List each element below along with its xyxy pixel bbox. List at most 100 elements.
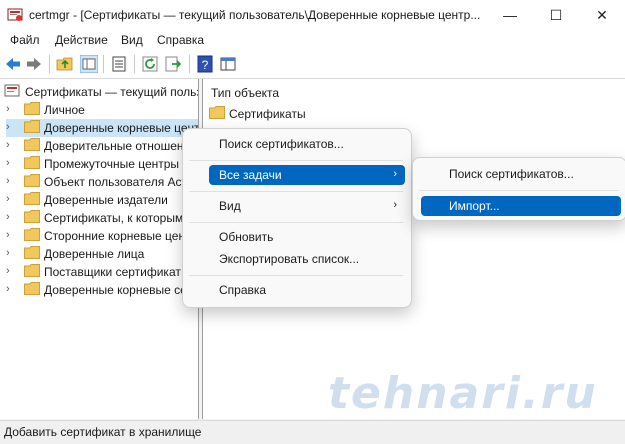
tree-item-selected[interactable]: › Доверенные корневые цент xyxy=(6,119,199,137)
menu-item-label: Вид xyxy=(219,199,241,213)
menu-item-export-list[interactable]: Экспортировать список... xyxy=(209,249,405,269)
folder-icon xyxy=(24,210,40,223)
folder-icon xyxy=(24,102,40,115)
chevron-right-icon[interactable]: › xyxy=(6,175,16,187)
toolbar: ? xyxy=(0,50,625,79)
context-menu: Поиск сертификатов... Все задачи › Вид ›… xyxy=(182,128,412,308)
menu-action[interactable]: Действие xyxy=(55,33,108,47)
toolbar-separator xyxy=(134,55,135,73)
maximize-button[interactable]: ☐ xyxy=(533,0,579,30)
menu-item-label: Обновить xyxy=(219,230,274,244)
list-item-label: Сертификаты xyxy=(229,107,306,121)
folder-icon xyxy=(209,106,225,119)
chevron-right-icon[interactable]: › xyxy=(6,103,16,115)
chevron-right-icon[interactable]: › xyxy=(6,193,16,205)
menu-item-label: Поиск сертификатов... xyxy=(449,167,574,181)
folder-icon xyxy=(24,282,40,295)
folder-icon xyxy=(24,120,40,133)
tree-item-label: Личное xyxy=(44,103,85,117)
tree-root-label: Сертификаты — текущий польз xyxy=(25,85,199,99)
certmgr-app-icon xyxy=(7,8,23,21)
menu-item-label: Импорт... xyxy=(449,199,500,213)
properties-icon[interactable] xyxy=(110,55,128,73)
title-bar: certmgr - [Сертификаты — текущий пользов… xyxy=(0,0,625,30)
menu-item-label: Экспортировать список... xyxy=(219,252,360,266)
tree-item-label: Доверительные отношен xyxy=(44,139,184,153)
chevron-right-icon[interactable]: › xyxy=(6,121,16,133)
back-icon[interactable] xyxy=(4,55,22,73)
menu-file[interactable]: Файл xyxy=(10,33,40,47)
chevron-right-icon: › xyxy=(393,168,397,180)
status-text: Добавить сертификат в хранилище xyxy=(4,425,202,439)
chevron-right-icon[interactable]: › xyxy=(6,157,16,169)
tree-item-label: Сертификаты, к которым xyxy=(44,211,184,225)
menu-item-all-tasks[interactable]: Все задачи › xyxy=(209,165,405,185)
column-header-object-type[interactable]: Тип объекта xyxy=(211,86,279,100)
tree-item[interactable]: › Сертификаты, к которым xyxy=(6,209,198,227)
watermark: tehnari.ru xyxy=(328,368,598,419)
tree-item[interactable]: › Промежуточные центры xyxy=(6,155,198,173)
chevron-right-icon[interactable]: › xyxy=(6,283,16,295)
tree-item-label: Доверенные издатели xyxy=(44,193,168,207)
chevron-right-icon[interactable]: › xyxy=(6,247,16,259)
export-icon[interactable] xyxy=(164,55,182,73)
chevron-right-icon[interactable]: › xyxy=(6,229,16,241)
certificate-store-icon xyxy=(4,84,20,97)
minimize-button[interactable]: — xyxy=(487,0,533,30)
toolbar-separator xyxy=(189,55,190,73)
toolbar-separator xyxy=(103,55,104,73)
status-bar: Добавить сертификат в хранилище xyxy=(0,420,625,444)
tree-item[interactable]: › Сторонние корневые цен xyxy=(6,227,198,245)
menu-bar: Файл Действие Вид Справка xyxy=(0,30,625,50)
forward-icon[interactable] xyxy=(25,55,43,73)
chevron-right-icon[interactable]: › xyxy=(6,265,16,277)
menu-separator xyxy=(419,190,619,191)
folder-icon xyxy=(24,138,40,151)
folder-icon xyxy=(24,192,40,205)
tree-item-label: Сторонние корневые цен xyxy=(44,229,186,243)
chevron-right-icon: › xyxy=(393,199,397,211)
toolbar-separator xyxy=(49,55,50,73)
menu-separator xyxy=(189,191,403,192)
menu-help[interactable]: Справка xyxy=(157,33,204,47)
tree-item-label: Доверенные лица xyxy=(44,247,145,261)
menu-item-find-certificates[interactable]: Поиск сертификатов... xyxy=(209,134,405,154)
tree-item[interactable]: › Личное xyxy=(6,101,198,119)
menu-item-label: Справка xyxy=(219,283,267,297)
menu-item-help[interactable]: Справка xyxy=(209,280,405,300)
tree-item[interactable]: › Доверенные лица xyxy=(6,245,198,263)
tree-item-label: Поставщики сертификат xyxy=(44,265,181,279)
svg-text:?: ? xyxy=(202,58,209,72)
submenu-item-find-certificates[interactable]: Поиск сертификатов... xyxy=(421,164,621,184)
tree-item[interactable]: › Доверенные издатели xyxy=(6,191,198,209)
menu-view[interactable]: Вид xyxy=(121,33,143,47)
menu-item-label: Поиск сертификатов... xyxy=(219,137,344,151)
tree-item[interactable]: › Доверенные корневые се xyxy=(6,281,198,299)
tree-item[interactable]: › Объект пользователя Act xyxy=(6,173,198,191)
folder-icon xyxy=(24,246,40,259)
refresh-icon[interactable] xyxy=(141,55,159,73)
chevron-right-icon[interactable]: › xyxy=(6,211,16,223)
chevron-right-icon[interactable]: › xyxy=(6,139,16,151)
tree-item-label: Объект пользователя Act xyxy=(44,175,185,189)
menu-item-view[interactable]: Вид › xyxy=(209,196,405,216)
menu-item-refresh[interactable]: Обновить xyxy=(209,227,405,247)
tree-item-label: Промежуточные центры xyxy=(44,157,180,171)
show-tree-icon[interactable] xyxy=(80,55,98,73)
help-icon[interactable]: ? xyxy=(196,55,214,73)
folder-icon xyxy=(24,156,40,169)
folder-icon xyxy=(24,228,40,241)
submenu-all-tasks: Поиск сертификатов... Импорт... xyxy=(412,157,625,221)
tree-item[interactable]: › Поставщики сертификат xyxy=(6,263,198,281)
up-folder-icon[interactable] xyxy=(56,55,74,73)
folder-icon xyxy=(24,174,40,187)
console-view-icon[interactable] xyxy=(219,55,237,73)
menu-item-label: Все задачи xyxy=(219,168,282,182)
close-button[interactable]: ✕ xyxy=(579,0,625,30)
submenu-item-import[interactable]: Импорт... xyxy=(421,196,621,216)
folder-icon xyxy=(24,264,40,277)
tree-item-label: Доверенные корневые цент xyxy=(44,121,199,135)
tree-item-label: Доверенные корневые се xyxy=(44,283,187,297)
tree-item[interactable]: › Доверительные отношен xyxy=(6,137,198,155)
menu-separator xyxy=(189,275,403,276)
